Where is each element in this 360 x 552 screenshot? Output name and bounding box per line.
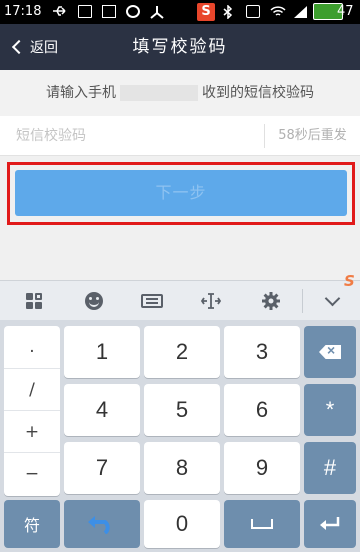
key-asterisk[interactable]: * bbox=[304, 384, 356, 436]
key-minus[interactable]: − bbox=[4, 452, 60, 494]
back-label: 返回 bbox=[30, 40, 58, 56]
back-button[interactable]: 返回 bbox=[10, 24, 58, 70]
sogou-logo: S bbox=[344, 272, 355, 290]
sogou-icon: S bbox=[197, 3, 215, 21]
key-plus[interactable]: + bbox=[4, 410, 60, 452]
toolbar-divider bbox=[302, 289, 303, 313]
hint-suffix: 收到的短信校验码 bbox=[202, 85, 314, 101]
numeric-keyboard: . / + − 1 2 3 4 5 6 * 7 8 9 # 符 0 bbox=[0, 320, 360, 552]
backspace-button[interactable] bbox=[304, 326, 356, 378]
app-notification-icon bbox=[149, 5, 164, 19]
space-button[interactable] bbox=[224, 500, 300, 548]
sms-hint: 请输入手机 收到的短信校验码 bbox=[0, 70, 360, 116]
undo-button[interactable] bbox=[64, 500, 140, 548]
keyboard-toolbar bbox=[0, 280, 360, 320]
key-2[interactable]: 2 bbox=[144, 326, 220, 378]
masked-phone-number bbox=[120, 85, 198, 101]
symbol-column: . / + − bbox=[4, 326, 60, 496]
emoji-icon[interactable] bbox=[74, 281, 114, 321]
key-9[interactable]: 9 bbox=[224, 442, 300, 494]
key-4[interactable]: 4 bbox=[64, 384, 140, 436]
key-8[interactable]: 8 bbox=[144, 442, 220, 494]
sms-code-input[interactable] bbox=[16, 116, 256, 156]
status-time: 17:18 bbox=[4, 4, 42, 19]
resend-countdown: 58秒后重发 bbox=[278, 128, 347, 143]
apps-grid-icon[interactable] bbox=[14, 281, 54, 321]
undo-icon bbox=[88, 516, 110, 534]
wifi-icon bbox=[270, 5, 286, 18]
nav-bar: 填写校验码 返回 bbox=[0, 24, 360, 70]
chevron-left-icon bbox=[11, 39, 27, 55]
key-6[interactable]: 6 bbox=[224, 384, 300, 436]
signal-icon bbox=[293, 5, 307, 18]
key-hash[interactable]: # bbox=[304, 442, 356, 494]
key-dot[interactable]: . bbox=[4, 326, 60, 368]
enter-icon bbox=[320, 517, 340, 530]
gear-icon[interactable] bbox=[251, 281, 291, 321]
status-bar: 17:18 S 47 bbox=[0, 0, 360, 24]
code-input-row: 58秒后重发 bbox=[0, 116, 360, 156]
message-icon bbox=[78, 5, 92, 18]
hint-prefix: 请输入手机 bbox=[46, 85, 116, 101]
key-5[interactable]: 5 bbox=[144, 384, 220, 436]
next-button[interactable]: 下一步 bbox=[15, 170, 347, 216]
backspace-icon bbox=[319, 345, 341, 359]
enter-button[interactable] bbox=[304, 500, 356, 548]
space-icon bbox=[251, 519, 273, 529]
next-button-highlight: 下一步 bbox=[7, 162, 355, 225]
key-1[interactable]: 1 bbox=[64, 326, 140, 378]
bluetooth-icon bbox=[222, 4, 236, 20]
vibrate-icon bbox=[246, 5, 260, 18]
usb-icon bbox=[52, 5, 66, 18]
symbol-switch-button[interactable]: 符 bbox=[4, 500, 60, 548]
key-7[interactable]: 7 bbox=[64, 442, 140, 494]
image-icon bbox=[102, 5, 116, 18]
key-0[interactable]: 0 bbox=[144, 500, 220, 548]
sync-icon bbox=[126, 5, 140, 18]
battery-level: 47 bbox=[337, 4, 354, 19]
cursor-move-icon[interactable] bbox=[191, 281, 231, 321]
key-slash[interactable]: / bbox=[4, 368, 60, 410]
key-3[interactable]: 3 bbox=[224, 326, 300, 378]
keyboard-icon[interactable] bbox=[132, 281, 172, 321]
